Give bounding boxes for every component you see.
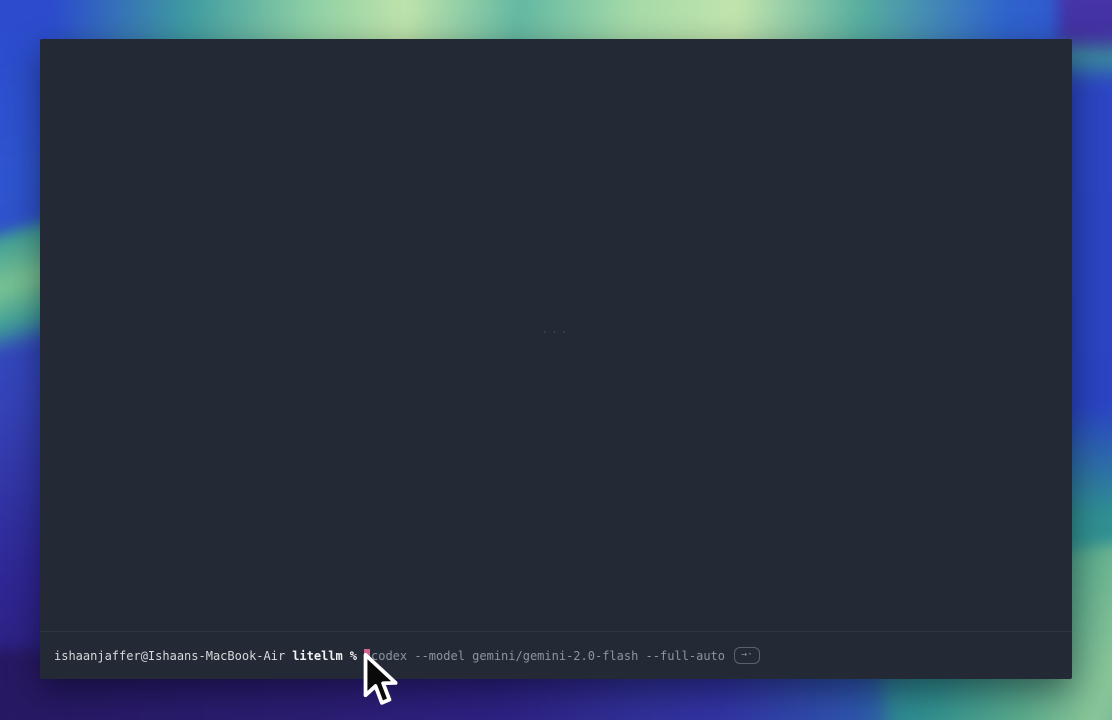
text-caret <box>364 649 370 663</box>
prompt-symbol: % <box>350 649 357 663</box>
prompt-directory: litellm <box>292 649 343 663</box>
accept-suggestion-key-hint: →· <box>734 647 760 664</box>
terminal-window[interactable]: ... ishaanjaffer@Ishaans-MacBook-Air lit… <box>40 39 1072 679</box>
command-prompt-line[interactable]: ishaanjaffer@Ishaans-MacBook-Air litellm… <box>40 632 1072 679</box>
terminal-scrollback[interactable]: ... <box>40 39 1072 632</box>
desktop: ... ishaanjaffer@Ishaans-MacBook-Air lit… <box>0 0 1112 720</box>
prompt-user-host: ishaanjaffer@Ishaans-MacBook-Air <box>54 649 285 663</box>
loading-ellipsis: ... <box>542 323 571 336</box>
autosuggestion-command: codex --model gemini/gemini-2.0-flash --… <box>371 649 725 663</box>
